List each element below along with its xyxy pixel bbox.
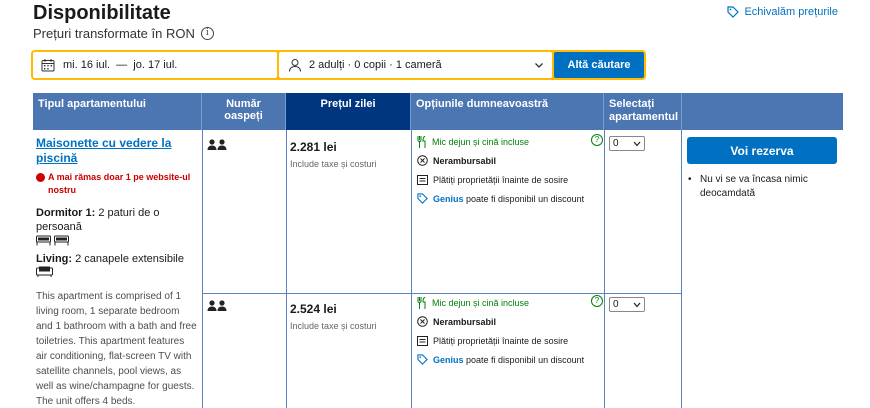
genius-text: poate fi disponibil un discount — [466, 193, 585, 204]
column-divider — [202, 130, 203, 408]
living-label: Living: — [36, 253, 73, 265]
price-note: Include taxe și costuri — [290, 321, 377, 331]
two-persons-icon — [207, 300, 227, 311]
guests-value: 2 adulți · 0 copii · 1 cameră — [309, 59, 442, 71]
person-icon — [289, 59, 301, 72]
dates-value: mi. 16 iul. — jo. 17 iul. — [63, 59, 178, 71]
room-options: Mic dejun și cină incluse ? Nerambursabi… — [417, 132, 603, 208]
scarcity-text: A mai rămas doar 1 pe website-ul nostru — [48, 172, 191, 195]
table-header: Tipul apartamentului Număr oaspeți Prețu… — [33, 93, 843, 130]
reserve-note: Nu vi se va încasa nimic deocamdată — [688, 173, 840, 201]
payment-card-icon — [417, 335, 428, 346]
genius-label: Genius — [433, 354, 464, 365]
refund-option: Nerambursabil — [417, 312, 603, 331]
col-header-price: Prețul zilei — [286, 93, 411, 130]
search-button[interactable]: Altă căutare — [554, 52, 644, 78]
col-header-options: Opțiunile dumneavoastră — [411, 93, 604, 130]
price-value: 2.524 lei — [290, 302, 337, 316]
living-value: 2 canapele extensibile — [75, 253, 184, 265]
single-bed-icon — [36, 235, 51, 246]
column-divider — [286, 130, 287, 408]
info-icon[interactable]: i — [200, 27, 214, 40]
page-title: Disponibilitate — [33, 2, 171, 24]
occupancy-icon — [207, 298, 227, 316]
column-divider — [681, 130, 682, 408]
payment-option: Plătiți proprietății înainte de sosire — [417, 170, 603, 189]
meals-option: Mic dejun și cină incluse ? — [417, 293, 603, 312]
help-icon[interactable]: ? — [591, 295, 603, 307]
two-persons-icon — [207, 139, 227, 150]
refund-text: Nerambursabil — [433, 155, 497, 166]
calendar-icon — [41, 59, 55, 72]
col-header-apartment: Tipul apartamentului — [33, 93, 202, 130]
single-bed-icon — [54, 235, 70, 246]
price-cell: 2.524 lei Include taxe și costuri — [290, 302, 377, 331]
genius-text: poate fi disponibil un discount — [466, 354, 585, 365]
availability-table: Tipul apartamentului Număr oaspeți Prețu… — [33, 93, 843, 408]
genius-option: Genius poate fi disponibil un discount — [417, 350, 603, 369]
meals-option: Mic dejun și cină incluse ? — [417, 132, 603, 151]
occupancy-icon — [207, 137, 227, 155]
quantity-select[interactable]: 0 — [609, 136, 645, 151]
tag-icon — [417, 354, 428, 365]
quantity-value: 0 — [613, 299, 619, 310]
refund-option: Nerambursabil — [417, 151, 603, 170]
price-cell: 2.281 lei Include taxe și costuri — [290, 140, 377, 169]
payment-text: Plătiți proprietății înainte de sosire — [433, 174, 569, 185]
guests-field[interactable]: 2 adulți · 0 copii · 1 cameră — [279, 52, 552, 78]
col-header-guests: Număr oaspeți — [202, 93, 286, 130]
bedroom-label: Dormitor 1: — [36, 207, 96, 219]
reserve-button[interactable]: Voi rezerva — [687, 137, 837, 164]
meals-text: Mic dejun și cină incluse — [432, 136, 530, 147]
quantity-select[interactable]: 0 — [609, 297, 645, 312]
column-divider — [604, 130, 605, 408]
currency-subtitle: Prețuri transformate în RON i — [33, 26, 214, 41]
dates-field[interactable]: mi. 16 iul. — jo. 17 iul. — [33, 52, 277, 78]
genius-label: Genius — [433, 193, 464, 204]
price-note: Include taxe și costuri — [290, 159, 377, 169]
payment-card-icon — [417, 174, 428, 185]
room-options: Mic dejun și cină incluse ? Nerambursabi… — [417, 293, 603, 369]
cutlery-icon — [417, 135, 426, 148]
room-description: This apartment is comprised of 1 living … — [36, 291, 197, 407]
living-beds: Living: 2 canapele extensibile — [36, 252, 197, 281]
price-value: 2.281 lei — [290, 140, 337, 154]
scarcity-alert: A mai rămas doar 1 pe website-ul nostru — [36, 171, 197, 197]
quantity-value: 0 — [613, 138, 619, 149]
no-refund-icon — [417, 155, 428, 166]
room-info: Maisonette cu vedere la piscină A mai ră… — [33, 130, 201, 408]
price-match-link[interactable]: Echivalăm prețurile — [727, 6, 838, 18]
no-refund-icon — [417, 316, 428, 327]
single-bed-icons — [36, 235, 197, 250]
col-header-select: Selectați apartamentul — [604, 93, 682, 130]
help-icon[interactable]: ? — [591, 134, 603, 146]
refund-text: Nerambursabil — [433, 316, 497, 327]
price-match-label: Echivalăm prețurile — [744, 6, 838, 18]
col-header-reserve — [682, 93, 843, 130]
subtitle-text: Prețuri transformate în RON — [33, 26, 195, 41]
bedroom-beds: Dormitor 1: 2 paturi de o persoană — [36, 206, 197, 250]
chevron-down-icon — [633, 302, 641, 308]
tag-icon — [727, 6, 740, 18]
search-bar: mi. 16 iul. — jo. 17 iul. 2 adulți · 0 c… — [31, 50, 646, 80]
sofa-bed-icon — [36, 266, 53, 277]
chevron-down-icon — [633, 141, 641, 147]
column-divider — [411, 130, 412, 408]
payment-option: Plătiți proprietății înainte de sosire — [417, 331, 603, 350]
cutlery-icon — [417, 296, 426, 309]
room-name-link[interactable]: Maisonette cu vedere la piscină — [36, 136, 197, 166]
alert-dot-icon — [36, 173, 45, 182]
payment-text: Plătiți proprietății înainte de sosire — [433, 335, 569, 346]
meals-text: Mic dejun și cină incluse — [432, 297, 530, 308]
chevron-down-icon — [535, 63, 543, 68]
genius-option: Genius poate fi disponibil un discount — [417, 189, 603, 208]
tag-icon — [417, 193, 428, 204]
